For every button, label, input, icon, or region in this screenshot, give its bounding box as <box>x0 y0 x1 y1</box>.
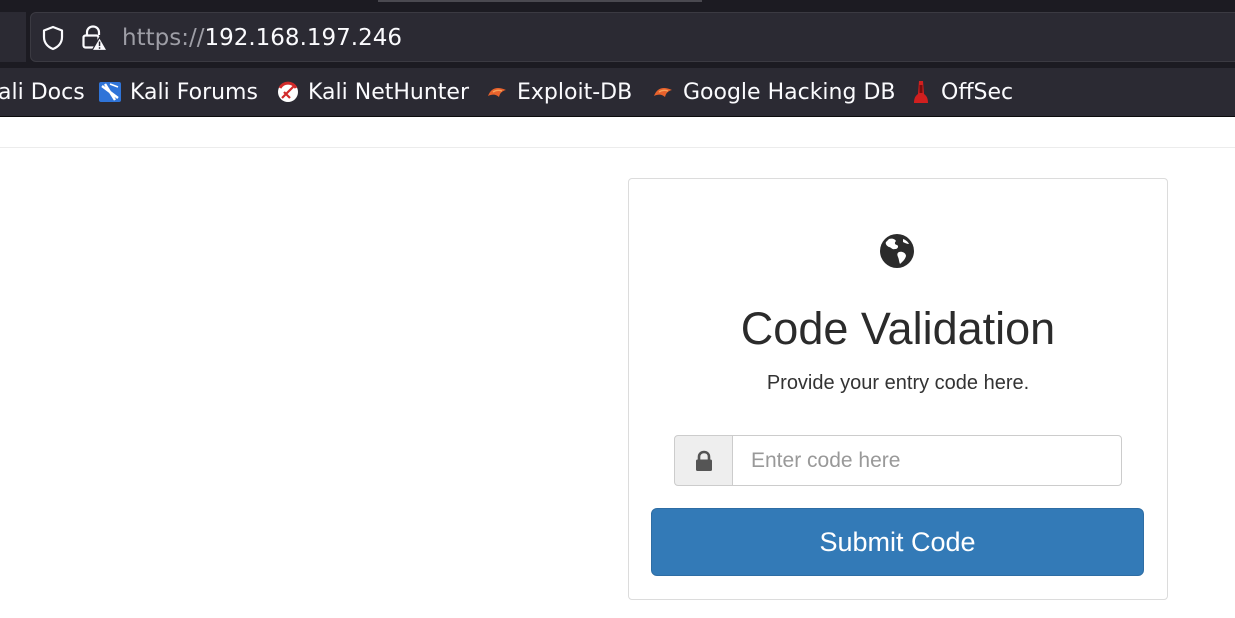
active-tab-indicator[interactable] <box>378 0 702 2</box>
bookmark-exploit-db[interactable]: Exploit-DB <box>485 68 632 116</box>
bookmark-label: ali Docs <box>0 79 85 105</box>
bookmark-offsec[interactable]: OffSec <box>909 68 1013 116</box>
bookmark-google-hacking-db[interactable]: Google Hacking DB <box>651 68 895 116</box>
bookmark-kali-nethunter[interactable]: Kali NetHunter <box>276 68 469 116</box>
code-input[interactable] <box>732 435 1122 486</box>
code-input-group <box>674 435 1122 486</box>
submit-code-label: Submit Code <box>819 526 976 557</box>
page-subtitle: Provide your entry code here. <box>766 372 1030 394</box>
bookmark-label: Kali Forums <box>130 79 258 105</box>
url-scheme: https:// <box>122 25 205 51</box>
kali-nethunter-icon <box>278 81 298 102</box>
offsec-icon <box>914 81 928 103</box>
globe-icon <box>880 234 914 268</box>
lock-warning-icon[interactable] <box>80 24 108 52</box>
submit-code-button[interactable]: Submit Code <box>651 508 1144 576</box>
page-title: Code Validation <box>740 303 1056 354</box>
kali-forums-icon <box>99 82 121 102</box>
browser-toolbar: https://192.168.197.246 <box>0 0 1235 68</box>
shield-icon[interactable] <box>40 25 66 51</box>
padlock-icon <box>696 450 712 471</box>
bookmark-label: Kali NetHunter <box>308 79 469 105</box>
url-text[interactable]: https://192.168.197.246 <box>122 22 402 54</box>
bookmark-kali-forums[interactable]: Kali Forums <box>98 68 258 116</box>
exploit-db-icon <box>488 88 506 97</box>
bookmark-label: Exploit-DB <box>517 79 633 105</box>
bookmark-kali-docs[interactable]: ali Docs <box>0 68 85 116</box>
bookmark-label: Google Hacking DB <box>683 79 896 105</box>
input-addon <box>674 435 733 486</box>
bookmark-label: OffSec <box>941 79 1014 105</box>
url-host: 192.168.197.246 <box>204 25 402 51</box>
google-hacking-db-icon <box>654 88 672 97</box>
page-divider <box>0 147 1235 148</box>
toolbar-button-stub[interactable] <box>0 12 26 62</box>
bookmarks-toolbar: ali Docs Kali Forums Kali NetHunter Expl… <box>0 68 1235 117</box>
browser-window: https://192.168.197.246 ali Docs Kali Fo… <box>0 0 1235 618</box>
